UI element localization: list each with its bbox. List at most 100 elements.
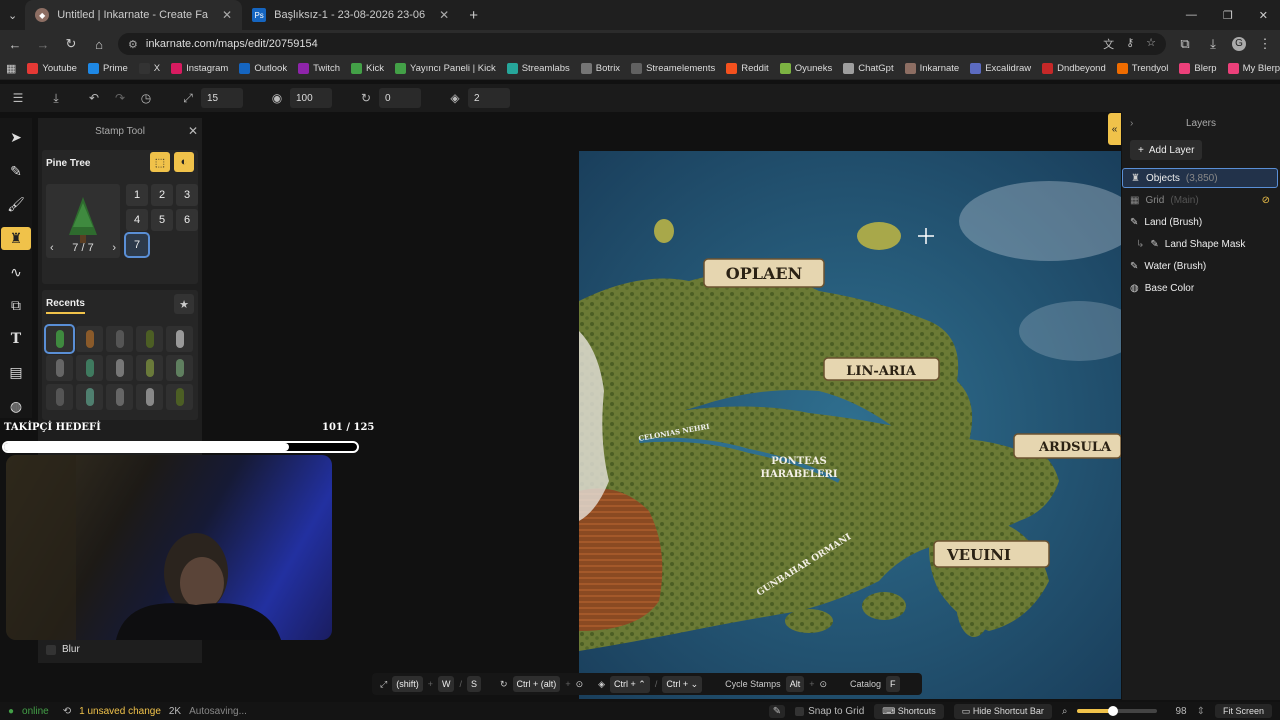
recent-stamp-thumbnail[interactable] xyxy=(166,384,193,410)
bookmark-item[interactable]: Outlook xyxy=(239,63,287,74)
hidden-eye-icon[interactable]: ⊘ xyxy=(1262,195,1270,206)
recent-stamp-thumbnail[interactable] xyxy=(136,326,163,352)
expand-arrow-icon[interactable]: › xyxy=(1130,118,1133,129)
bookmark-item[interactable]: Excalidraw xyxy=(970,63,1031,74)
tab-list-button[interactable]: ⌄ xyxy=(0,0,25,30)
undo-icon[interactable]: ↶ xyxy=(86,91,102,105)
bookmark-item[interactable]: Inkarnate xyxy=(904,63,959,74)
recent-stamp-thumbnail[interactable] xyxy=(76,384,103,410)
favorites-star-icon[interactable]: ★ xyxy=(174,294,194,314)
recent-stamp-thumbnail[interactable] xyxy=(106,326,133,352)
stamp-color-button[interactable]: ◐ xyxy=(174,152,194,172)
variant-button[interactable]: 4 xyxy=(126,209,148,231)
recent-stamp-thumbnail[interactable] xyxy=(136,384,163,410)
bookmark-item[interactable]: My Blerps Dashboard xyxy=(1227,63,1280,74)
recent-stamp-thumbnail[interactable] xyxy=(166,355,193,381)
layer-input[interactable]: 2 xyxy=(468,88,510,108)
export-icon[interactable]: ⤓ xyxy=(48,91,64,106)
blur-checkbox[interactable] xyxy=(46,644,56,655)
variant-button[interactable]: 7 xyxy=(124,232,150,258)
pen-icon[interactable]: ✎ xyxy=(768,704,786,718)
resolution-label[interactable]: 2K xyxy=(169,706,181,717)
menu-icon[interactable]: ☰ xyxy=(10,91,26,105)
shape-tool-icon[interactable]: ⧉ xyxy=(1,294,31,318)
stamp-tool-icon[interactable]: ♜ xyxy=(1,226,31,251)
paint-brush-tool-icon[interactable]: 🖌 xyxy=(1,193,31,217)
recent-stamp-thumbnail[interactable] xyxy=(46,355,73,381)
recent-stamp-thumbnail[interactable] xyxy=(76,355,103,381)
blur-option[interactable]: Blur xyxy=(46,644,80,655)
snap-to-grid-toggle[interactable]: Snap to Grid xyxy=(795,706,864,717)
zoom-slider-knob[interactable] xyxy=(1108,706,1119,716)
bookmark-item[interactable]: Botrix xyxy=(580,63,620,74)
url-field[interactable]: ⚙ inkarnate.com/maps/edit/20759154 文 ⚷ ☆ xyxy=(118,33,1166,55)
recent-stamp-thumbnail[interactable] xyxy=(106,384,133,410)
bookmark-item[interactable]: Prime xyxy=(87,63,128,74)
zoom-stepper-icon[interactable]: ⇕ xyxy=(1197,706,1205,717)
globe-tool-icon[interactable]: ◍ xyxy=(1,395,31,419)
redo-icon[interactable]: ↷ xyxy=(112,91,128,105)
fit-screen-button[interactable]: Fit Screen xyxy=(1214,704,1272,718)
forward-icon[interactable]: → xyxy=(34,37,52,52)
recent-stamp-thumbnail[interactable] xyxy=(76,326,103,352)
prev-variant-icon[interactable]: ‹ xyxy=(50,242,54,254)
snap-checkbox[interactable] xyxy=(795,706,805,716)
brush-settings-tool-icon[interactable]: ✎ xyxy=(1,160,31,184)
browser-tab-inkarnate[interactable]: ◆ Untitled | Inkarnate - Create Fa ✕ xyxy=(25,0,243,30)
recent-stamp-thumbnail[interactable] xyxy=(44,324,75,354)
reload-icon[interactable]: ↻ xyxy=(62,36,80,52)
layer-item-grid[interactable]: ▦ Grid (Main) ⊘ xyxy=(1122,190,1278,210)
minimize-button[interactable]: — xyxy=(1186,9,1197,22)
bookmark-item[interactable]: Instagram xyxy=(171,63,228,74)
bookmark-item[interactable]: Streamelements xyxy=(631,63,715,74)
opacity-input[interactable]: 100 xyxy=(290,88,332,108)
recents-tab[interactable]: Recents xyxy=(46,298,85,314)
zoom-value[interactable]: 98 xyxy=(1175,706,1186,717)
bookmark-item[interactable]: Dndbeyond xyxy=(1042,63,1106,74)
recent-stamp-thumbnail[interactable] xyxy=(166,326,193,352)
bookmark-item[interactable]: Oyuneks xyxy=(779,63,832,74)
notes-tool-icon[interactable]: ▤ xyxy=(1,361,31,385)
new-tab-button[interactable]: + xyxy=(459,0,488,30)
translate-icon[interactable]: 文 xyxy=(1103,36,1114,52)
back-icon[interactable]: ← xyxy=(6,37,24,52)
next-variant-icon[interactable]: › xyxy=(112,242,116,254)
bookmark-item[interactable]: Yayıncı Paneli | Kick xyxy=(394,63,496,74)
apps-grid-icon[interactable]: ▦ xyxy=(6,62,16,75)
variant-button[interactable]: 6 xyxy=(176,209,198,231)
recent-stamp-thumbnail[interactable] xyxy=(46,384,73,410)
layer-item-objects[interactable]: ♜ Objects (3,850) xyxy=(1122,168,1278,188)
close-tab-icon[interactable]: ✕ xyxy=(439,8,449,22)
size-input[interactable]: 15 xyxy=(201,88,243,108)
recent-stamp-thumbnail[interactable] xyxy=(106,355,133,381)
bookmark-item[interactable]: Streamlabs xyxy=(506,63,570,74)
rotation-input[interactable]: 0 xyxy=(379,88,421,108)
history-icon[interactable]: ◷ xyxy=(138,91,154,105)
close-icon[interactable]: ✕ xyxy=(188,124,198,138)
variant-button[interactable]: 1 xyxy=(126,184,148,206)
add-layer-button[interactable]: + Add Layer xyxy=(1130,140,1203,160)
path-tool-icon[interactable]: ∿ xyxy=(1,260,31,284)
layer-item-land-brush[interactable]: ✎ Land (Brush) xyxy=(1122,212,1278,232)
select-tool-icon[interactable]: ➤ xyxy=(1,126,31,150)
bookmark-item[interactable]: Youtube xyxy=(27,63,77,74)
bookmark-star-icon[interactable]: ☆ xyxy=(1146,36,1156,52)
bookmark-item[interactable]: Twitch xyxy=(298,63,340,74)
variant-button[interactable]: 3 xyxy=(176,184,198,206)
zoom-slider[interactable] xyxy=(1077,706,1158,716)
bookmark-item[interactable]: ChatGpt xyxy=(843,63,894,74)
download-icon[interactable]: ⤓ xyxy=(1204,36,1222,52)
layer-item-land-shape-mask[interactable]: ↳ ✎ Land Shape Mask xyxy=(1122,234,1278,254)
bookmark-item[interactable]: Kick xyxy=(351,63,384,74)
profile-avatar-icon[interactable]: G xyxy=(1232,37,1246,51)
browser-tab-photoshop[interactable]: Ps Başlıksız-1 - 23-08-2026 23-06 ✕ xyxy=(242,0,459,30)
layer-item-water-brush[interactable]: ✎ Water (Brush) xyxy=(1122,256,1278,276)
shortcuts-button[interactable]: ⌨ Shortcuts xyxy=(874,703,944,719)
close-tab-icon[interactable]: ✕ xyxy=(222,8,232,22)
stamp-catalog-button[interactable]: ⬚ xyxy=(150,152,170,172)
bookmark-item[interactable]: X xyxy=(138,63,160,74)
text-tool-icon[interactable]: T xyxy=(1,327,31,351)
maximize-button[interactable]: ❐ xyxy=(1223,9,1233,22)
map-canvas[interactable]: OPLAEN LIN-ARIA ARDSULA VEUINI CELONIAS … xyxy=(579,151,1121,699)
extensions-icon[interactable]: ⧉ xyxy=(1176,36,1194,52)
